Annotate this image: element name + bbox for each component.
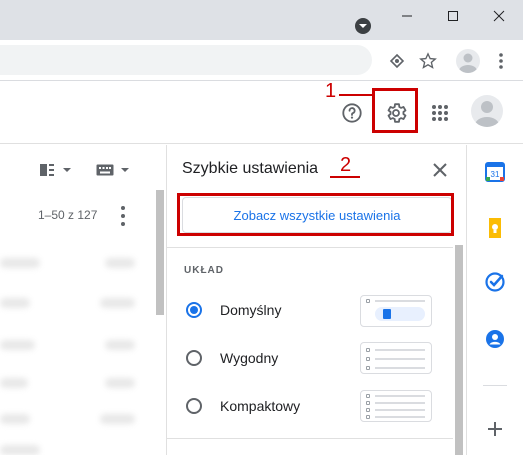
- quick-settings-title: Szybkie ustawienia: [182, 160, 319, 177]
- calendar-icon[interactable]: 31: [485, 162, 505, 182]
- browser-toolbar: [0, 40, 523, 81]
- blurred-row: [105, 378, 135, 388]
- blurred-row: [100, 298, 135, 308]
- annotation-step2-number: 2: [340, 154, 352, 176]
- quick-settings-scrollbar[interactable]: [455, 245, 463, 455]
- browser-titlebar: [0, 0, 523, 40]
- account-avatar[interactable]: [471, 95, 503, 127]
- annotation-box-step1: [372, 88, 418, 133]
- maximize-icon[interactable]: [430, 0, 476, 32]
- keep-icon[interactable]: [485, 218, 505, 238]
- divider: [166, 247, 453, 248]
- annotation-step2-line: [330, 176, 360, 178]
- keyboard-icon: [96, 164, 114, 176]
- layout-section-label: UKŁAD: [184, 265, 224, 276]
- blurred-row: [0, 445, 40, 455]
- input-tools-toggle[interactable]: [96, 160, 130, 180]
- add-icon[interactable]: [485, 419, 505, 439]
- list-scrollbar[interactable]: [156, 190, 164, 315]
- annotation-step1-number: 1: [325, 80, 337, 102]
- minimize-icon[interactable]: [384, 0, 430, 32]
- help-icon[interactable]: [340, 101, 364, 125]
- address-bar[interactable]: [0, 45, 372, 75]
- contacts-icon[interactable]: [485, 329, 505, 349]
- browser-profile-avatar[interactable]: [456, 49, 480, 73]
- blurred-row: [0, 414, 30, 424]
- tasks-icon[interactable]: [485, 272, 505, 292]
- bookmark-star-icon[interactable]: [417, 50, 439, 72]
- svg-text:31: 31: [491, 170, 500, 179]
- pagination-text: 1–50 z 127: [38, 208, 98, 222]
- annotation-box-step2: [177, 193, 454, 236]
- browser-menu-icon[interactable]: [490, 50, 512, 72]
- blurred-row: [0, 258, 40, 268]
- blurred-row: [105, 258, 135, 268]
- chevron-down-icon: [121, 168, 129, 172]
- screen-root: 1–50 z 127 Szybkie ustawienia Zobacz wsz…: [0, 0, 523, 455]
- split-pane-toggle[interactable]: [40, 160, 72, 180]
- layout-default-preview[interactable]: [360, 295, 432, 327]
- profile-dropdown-icon[interactable]: [355, 18, 371, 34]
- radio-default-label: Domyślny: [220, 302, 282, 318]
- radio-comfortable[interactable]: [186, 350, 202, 366]
- blurred-row: [0, 298, 30, 308]
- radio-comfortable-label: Wygodny: [220, 350, 279, 366]
- blurred-row: [0, 378, 28, 388]
- blurred-row: [100, 414, 135, 424]
- layout-comfortable-preview[interactable]: [360, 342, 432, 374]
- more-options-icon[interactable]: [118, 206, 128, 226]
- apps-grid-icon[interactable]: [428, 101, 452, 125]
- close-window-icon[interactable]: [476, 0, 522, 32]
- radio-default[interactable]: [186, 302, 202, 318]
- divider: [483, 385, 507, 386]
- close-icon[interactable]: [431, 161, 449, 179]
- blurred-row: [105, 340, 135, 350]
- divider: [166, 438, 453, 439]
- radio-compact-label: Kompaktowy: [220, 398, 301, 414]
- blurred-row: [0, 340, 35, 350]
- reading-mode-icon[interactable]: [386, 50, 408, 72]
- radio-compact[interactable]: [186, 398, 202, 414]
- chevron-down-icon: [63, 168, 71, 172]
- side-panel: [466, 145, 523, 455]
- layout-compact-preview[interactable]: [360, 390, 432, 422]
- annotation-step1-line: [339, 94, 373, 96]
